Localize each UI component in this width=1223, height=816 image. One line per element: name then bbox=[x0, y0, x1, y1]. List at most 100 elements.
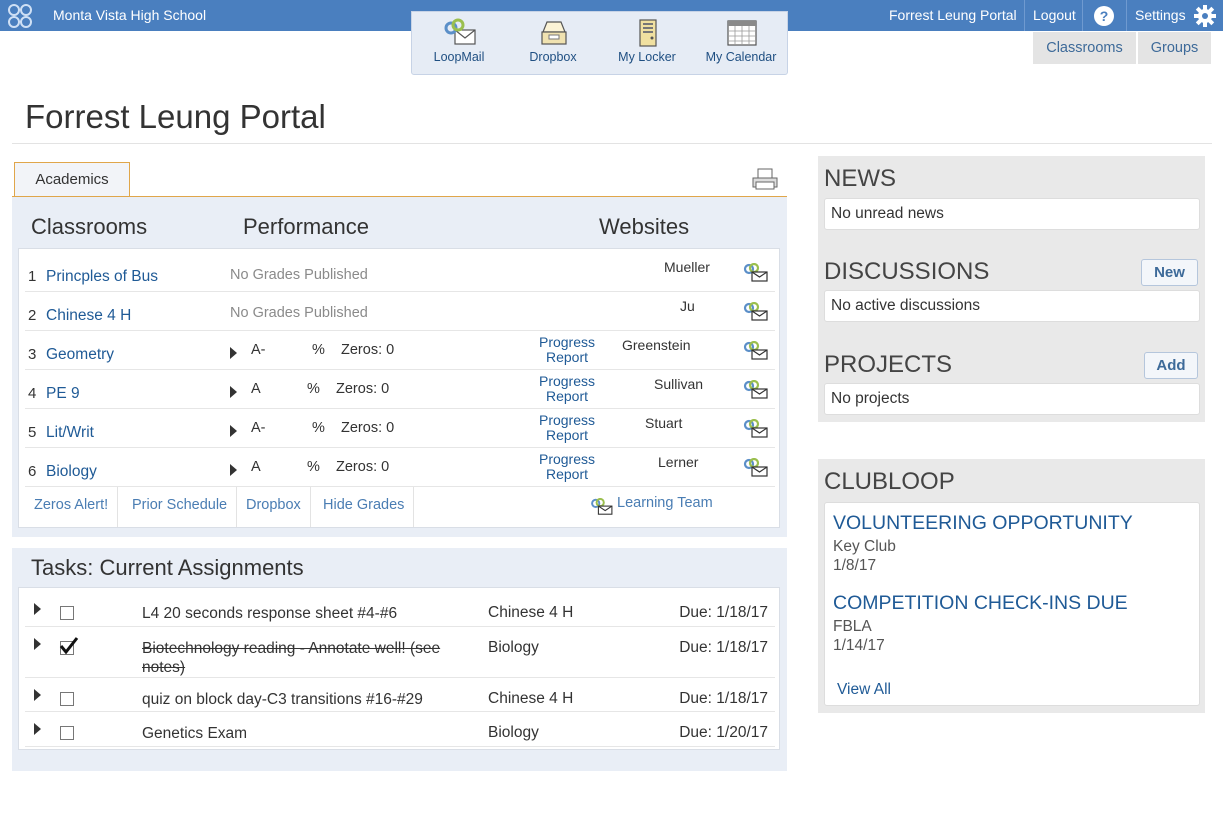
loopmail-icon[interactable] bbox=[743, 341, 769, 361]
checkmark-icon bbox=[59, 637, 79, 655]
progress-report-link[interactable]: Progress Report bbox=[533, 335, 601, 365]
zeros-alert-link[interactable]: Zeros Alert! bbox=[25, 487, 119, 527]
task-row: Genetics Exam Biology Due: 1/20/17 bbox=[25, 712, 775, 747]
dropbox-icon bbox=[541, 21, 567, 45]
prior-schedule-link[interactable]: Prior Schedule bbox=[123, 487, 238, 527]
school-name[interactable]: Monta Vista High School bbox=[53, 7, 206, 23]
club-name: Key Club bbox=[833, 538, 896, 555]
help-icon[interactable]: ? bbox=[1094, 6, 1114, 26]
schoolloop-logo-icon[interactable] bbox=[6, 3, 34, 29]
expand-arrow-icon[interactable] bbox=[34, 689, 41, 701]
loopmail-icon[interactable] bbox=[590, 498, 614, 516]
task-class: Biology bbox=[488, 639, 539, 656]
discussions-box: No active discussions bbox=[824, 290, 1200, 322]
calendar-app[interactable]: My Calendar bbox=[696, 12, 786, 76]
task-class: Chinese 4 H bbox=[488, 690, 574, 707]
classroom-row: 2 Chinese 4 H No Grades Published Ju bbox=[25, 292, 775, 331]
zeros-count: Zeros: 0 bbox=[336, 459, 390, 475]
projects-box: No projects bbox=[824, 383, 1200, 415]
clubloop-title: CLUBLOOP bbox=[824, 468, 955, 495]
task-due: Due: 1/18/17 bbox=[679, 604, 768, 621]
teacher-name[interactable]: Mueller bbox=[664, 259, 710, 275]
view-all-link[interactable]: View All bbox=[837, 681, 891, 699]
period-number: 6 bbox=[28, 463, 37, 480]
grade-value: A- bbox=[251, 420, 266, 436]
logout-link[interactable]: Logout bbox=[1024, 0, 1084, 31]
expand-arrow-icon[interactable] bbox=[230, 464, 237, 476]
classroom-link[interactable]: Princples of Bus bbox=[46, 268, 158, 286]
loopmail-app[interactable]: LoopMail bbox=[414, 12, 504, 76]
task-name: quiz on block day-C3 transitions #16-#29 bbox=[142, 691, 423, 708]
loopmail-icon[interactable] bbox=[743, 263, 769, 283]
progress-report-link[interactable]: Progress Report bbox=[533, 452, 601, 482]
club-item-title[interactable]: VOLUNTEERING OPPORTUNITY bbox=[833, 512, 1133, 535]
club-item-title[interactable]: COMPETITION CHECK-INS DUE bbox=[833, 592, 1128, 615]
task-due: Due: 1/18/17 bbox=[679, 690, 768, 707]
task-checkbox[interactable] bbox=[60, 726, 74, 740]
zeros-count: Zeros: 0 bbox=[341, 420, 395, 436]
tasks-title: Tasks: Current Assignments bbox=[31, 555, 304, 580]
task-name: Genetics Exam bbox=[142, 725, 248, 742]
clubloop-box: VOLUNTEERING OPPORTUNITY Key Club 1/8/17… bbox=[824, 502, 1200, 706]
task-checkbox[interactable] bbox=[60, 606, 74, 620]
printer-icon[interactable] bbox=[751, 167, 779, 191]
tab-classrooms[interactable]: Classrooms bbox=[1033, 32, 1136, 64]
period-number: 4 bbox=[28, 385, 37, 402]
task-row: quiz on block day-C3 transitions #16-#29… bbox=[25, 678, 775, 712]
loopmail-icon[interactable] bbox=[743, 458, 769, 478]
no-grades-text: No Grades Published bbox=[230, 267, 368, 283]
settings-link[interactable]: Settings bbox=[1126, 0, 1194, 31]
task-checkbox[interactable] bbox=[60, 692, 74, 706]
teacher-name[interactable]: Stuart bbox=[645, 415, 682, 431]
expand-arrow-icon[interactable] bbox=[34, 638, 41, 650]
projects-title: PROJECTS bbox=[824, 351, 953, 378]
gear-icon[interactable] bbox=[1193, 4, 1217, 28]
teacher-name[interactable]: Greenstein bbox=[622, 337, 690, 353]
add-project-button[interactable]: Add bbox=[1144, 352, 1198, 379]
expand-arrow-icon[interactable] bbox=[230, 347, 237, 359]
percent-value: % bbox=[307, 381, 320, 397]
classroom-link[interactable]: Chinese 4 H bbox=[46, 307, 131, 325]
hide-grades-link[interactable]: Hide Grades bbox=[314, 487, 415, 527]
tasks-table: L4 20 seconds response sheet #4-#6 Chine… bbox=[18, 587, 780, 750]
expand-arrow-icon[interactable] bbox=[34, 603, 41, 615]
classroom-row: 3 Geometry A- % Zeros: 0 Progress Report… bbox=[25, 331, 775, 370]
teacher-name[interactable]: Sullivan bbox=[654, 376, 703, 392]
progress-report-link[interactable]: Progress Report bbox=[533, 374, 601, 404]
loopmail-icon bbox=[444, 18, 476, 45]
teacher-name[interactable]: Lerner bbox=[658, 454, 698, 470]
percent-value: % bbox=[312, 342, 325, 358]
expand-arrow-icon[interactable] bbox=[230, 386, 237, 398]
learning-team-link[interactable]: Learning Team bbox=[617, 495, 713, 511]
no-grades-text: No Grades Published bbox=[230, 305, 368, 321]
period-number: 5 bbox=[28, 424, 37, 441]
classroom-link[interactable]: Biology bbox=[46, 463, 97, 481]
news-title: NEWS bbox=[824, 165, 896, 192]
page-title: Forrest Leung Portal bbox=[25, 98, 326, 135]
expand-arrow-icon[interactable] bbox=[34, 723, 41, 735]
grade-value: A- bbox=[251, 342, 266, 358]
progress-report-link[interactable]: Progress Report bbox=[533, 413, 601, 443]
classroom-row: 4 PE 9 A % Zeros: 0 Progress Report Sull… bbox=[25, 370, 775, 409]
classroom-link[interactable]: Geometry bbox=[46, 346, 114, 364]
classroom-link[interactable]: PE 9 bbox=[46, 385, 80, 403]
loopmail-icon[interactable] bbox=[743, 419, 769, 439]
expand-arrow-icon[interactable] bbox=[230, 425, 237, 437]
dropbox-link[interactable]: Dropbox bbox=[237, 487, 311, 527]
club-date: 1/8/17 bbox=[833, 557, 877, 574]
task-due: Due: 1/20/17 bbox=[679, 724, 768, 741]
new-discussion-button[interactable]: New bbox=[1141, 259, 1198, 286]
tab-groups[interactable]: Groups bbox=[1138, 32, 1211, 64]
dropbox-app[interactable]: Dropbox bbox=[508, 12, 598, 76]
loopmail-icon[interactable] bbox=[743, 380, 769, 400]
locker-app[interactable]: My Locker bbox=[602, 12, 692, 76]
classroom-link[interactable]: Lit/Writ bbox=[46, 424, 94, 442]
classroom-row: 6 Biology A % Zeros: 0 Progress Report L… bbox=[25, 448, 775, 487]
task-row: L4 20 seconds response sheet #4-#6 Chine… bbox=[25, 592, 775, 627]
classroom-row: 5 Lit/Writ A- % Zeros: 0 Progress Report… bbox=[25, 409, 775, 448]
teacher-name[interactable]: Ju bbox=[680, 298, 695, 314]
tab-academics[interactable]: Academics bbox=[14, 162, 130, 197]
portal-link[interactable]: Forrest Leung Portal bbox=[881, 0, 1025, 31]
loopmail-icon[interactable] bbox=[743, 302, 769, 322]
locker-label: My Locker bbox=[618, 50, 676, 64]
